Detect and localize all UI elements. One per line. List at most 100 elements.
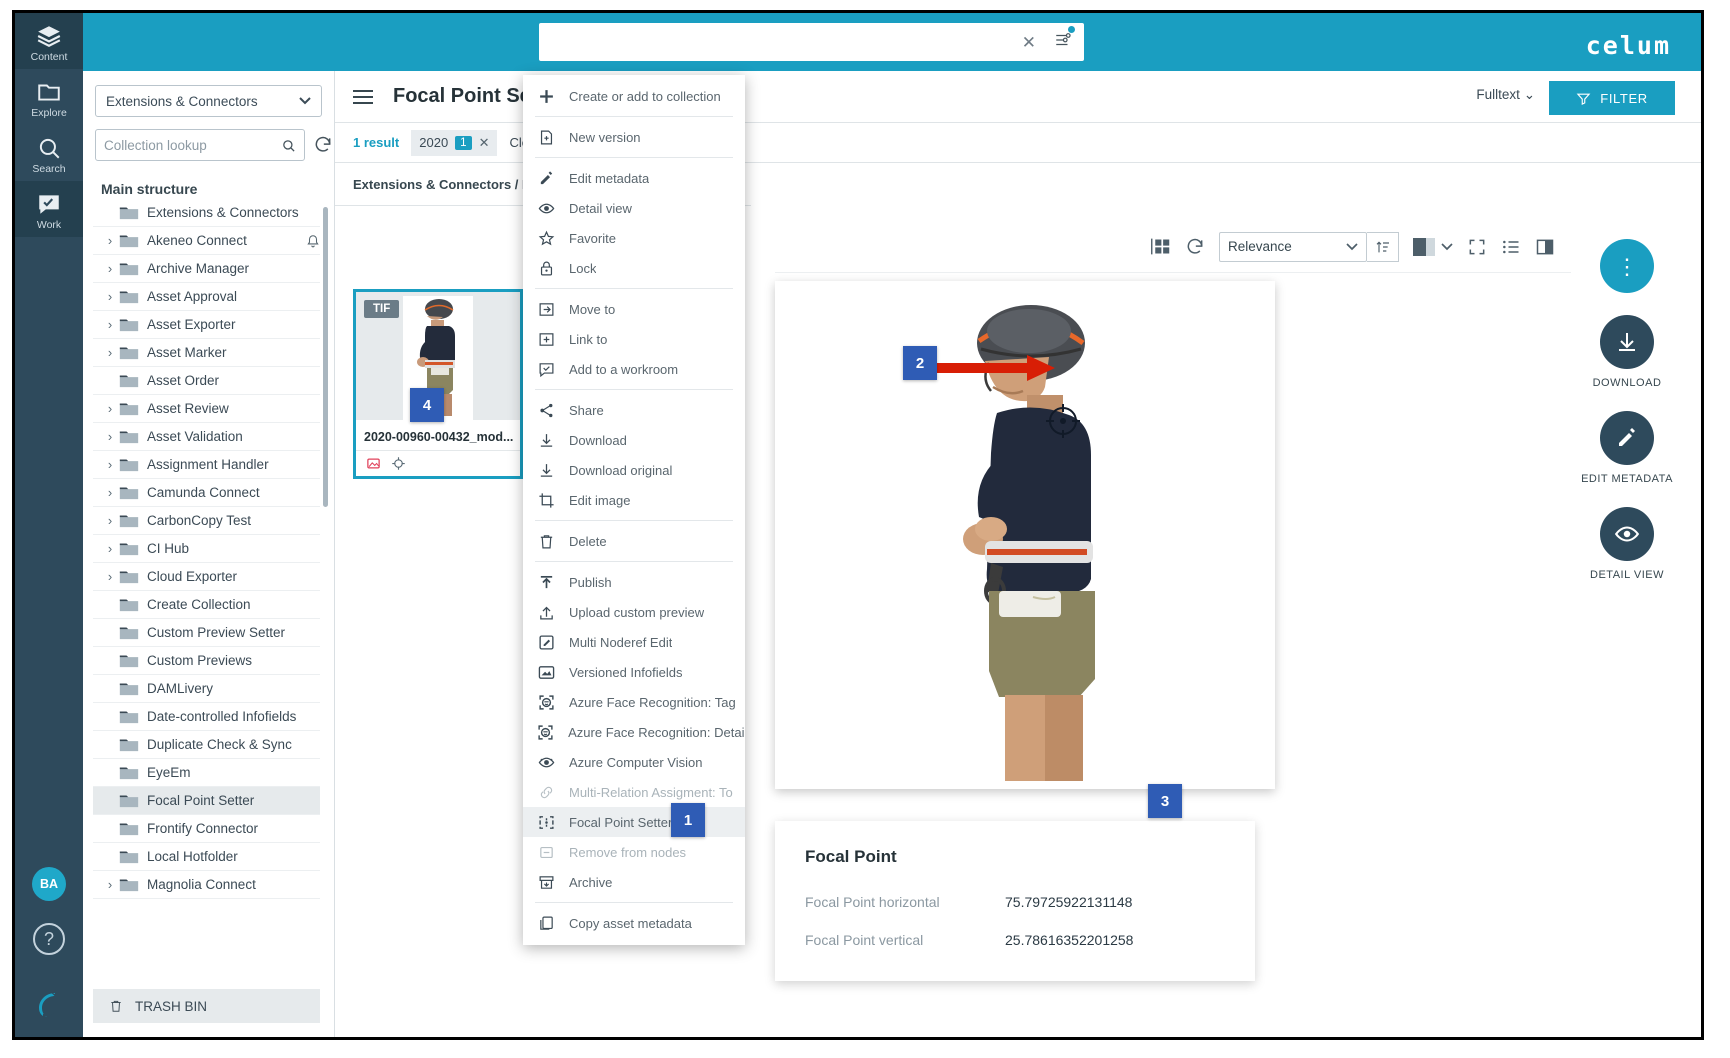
fulltext-dropdown[interactable]: Fulltext ⌄ <box>1476 87 1535 103</box>
refresh-icon[interactable] <box>313 135 333 155</box>
chevron-right-icon[interactable]: › <box>101 541 119 556</box>
tree-item-magnolia-connect[interactable]: › Magnolia Connect <box>93 871 320 899</box>
chevron-right-icon[interactable]: › <box>101 317 119 332</box>
action-download[interactable]: DOWNLOAD <box>1593 315 1662 389</box>
menu-item-versioned-infofields[interactable]: Versioned Infofields <box>523 657 745 687</box>
tree-item-custom-previews[interactable]: ›Custom Previews <box>93 647 320 675</box>
chevron-right-icon[interactable]: › <box>101 877 119 892</box>
chevron-right-icon[interactable]: › <box>101 569 119 584</box>
menu-item-new-version[interactable]: New version <box>523 122 745 152</box>
chevron-right-icon[interactable]: › <box>101 289 119 304</box>
menu-item-lock[interactable]: Lock <box>523 253 745 283</box>
filter-chip[interactable]: 2020 1 ✕ <box>411 129 498 156</box>
tree-item-create-collection[interactable]: ›Create Collection <box>93 591 320 619</box>
menu-item-multi-relation-assigment-to[interactable]: Multi-Relation Assigment: To <box>523 777 745 807</box>
tree-item-duplicate-check-sync[interactable]: ›Duplicate Check & Sync <box>93 731 320 759</box>
chevron-right-icon[interactable]: › <box>101 485 119 500</box>
chevron-right-icon[interactable]: › <box>101 457 119 472</box>
search-settings-icon[interactable] <box>1046 24 1076 54</box>
menu-item-copy-asset-metadata[interactable]: Copy asset metadata <box>523 908 745 938</box>
tree-item-akeneo-connect[interactable]: › Akeneo Connect <box>93 227 320 255</box>
global-search[interactable]: ✕ <box>539 23 1084 61</box>
split-view-icon[interactable] <box>1535 237 1555 257</box>
help-icon[interactable]: ? <box>33 923 65 955</box>
sort-direction-toggle[interactable] <box>1367 231 1399 262</box>
menu-icon[interactable] <box>353 89 373 104</box>
action-detail-view[interactable]: DETAIL VIEW <box>1590 507 1664 581</box>
tree-item-asset-exporter[interactable]: › Asset Exporter <box>93 311 320 339</box>
collection-lookup[interactable] <box>95 129 305 161</box>
rail-item-work[interactable]: Work <box>15 181 83 237</box>
tree-item-asset-order[interactable]: ›Asset Order <box>93 367 320 395</box>
asset-card[interactable]: TIF 2020-00960-00432_mod... <box>353 289 523 479</box>
tree-item-asset-review[interactable]: › Asset Review <box>93 395 320 423</box>
menu-item-focal-point-setter[interactable]: Focal Point Setter <box>523 807 745 837</box>
collection-lookup-input[interactable] <box>104 137 281 153</box>
list-view-icon[interactable] <box>1501 237 1521 257</box>
tree-item-date-controlled-infofields[interactable]: ›Date-controlled Infofields <box>93 703 320 731</box>
grid-view-icon[interactable] <box>1150 236 1171 257</box>
chevron-right-icon[interactable]: › <box>101 345 119 360</box>
asset-context-menu[interactable]: Create or add to collection New version Ed… <box>523 75 745 945</box>
menu-item-share[interactable]: Share <box>523 395 745 425</box>
menu-item-azure-computer-vision[interactable]: Azure Computer Vision <box>523 747 745 777</box>
tree-item-cloud-exporter[interactable]: › Cloud Exporter <box>93 563 320 591</box>
menu-item-azure-face-recognition-tag[interactable]: Azure Face Recognition: Tag <box>523 687 745 717</box>
tree-item-frontify-connector[interactable]: ›Frontify Connector <box>93 815 320 843</box>
rail-item-search[interactable]: Search <box>15 125 83 181</box>
thumbnail-size-selector[interactable] <box>1413 237 1453 256</box>
menu-item-create-or-add-to-collection[interactable]: Create or add to collection <box>523 81 745 111</box>
tree-item-assignment-handler[interactable]: › Assignment Handler <box>93 451 320 479</box>
close-icon[interactable]: ✕ <box>1012 34 1046 51</box>
tree-item-eyeem[interactable]: ›EyeEm <box>93 759 320 787</box>
menu-item-edit-metadata[interactable]: Edit metadata <box>523 163 745 193</box>
menu-item-download[interactable]: Download <box>523 425 745 455</box>
focal-point-marker-icon[interactable] <box>391 456 406 471</box>
menu-item-link-to[interactable]: Link to <box>523 324 745 354</box>
chevron-right-icon[interactable]: › <box>101 233 119 248</box>
tree-root[interactable]: ›Extensions & Connectors <box>93 199 320 227</box>
tree-item-focal-point-setter[interactable]: ›Focal Point Setter <box>93 787 320 815</box>
search-input[interactable] <box>547 25 1012 59</box>
chevron-right-icon[interactable]: › <box>101 429 119 444</box>
rail-item-explore[interactable]: Explore <box>15 69 83 125</box>
fullscreen-icon[interactable] <box>1467 237 1487 257</box>
menu-item-archive[interactable]: Archive <box>523 867 745 897</box>
tree-item-local-hotfolder[interactable]: ›Local Hotfolder <box>93 843 320 871</box>
menu-item-remove-from-nodes[interactable]: Remove from nodes <box>523 837 745 867</box>
close-icon[interactable]: ✕ <box>479 135 490 151</box>
rail-item-content[interactable]: Content <box>15 13 83 69</box>
tree-item-asset-marker[interactable]: › Asset Marker <box>93 339 320 367</box>
menu-item-detail-view[interactable]: Detail view <box>523 193 745 223</box>
sort-select[interactable]: Relevance <box>1219 231 1367 262</box>
menu-item-add-to-a-workroom[interactable]: Add to a workroom <box>523 354 745 384</box>
menu-item-download-original[interactable]: Download original <box>523 455 745 485</box>
menu-item-move-to[interactable]: Move to <box>523 294 745 324</box>
menu-item-edit-image[interactable]: Edit image <box>523 485 745 515</box>
chevron-right-icon[interactable]: › <box>101 513 119 528</box>
menu-item-publish[interactable]: Publish <box>523 567 745 597</box>
tree-item-ci-hub[interactable]: › CI Hub <box>93 535 320 563</box>
tree-item-damlivery[interactable]: ›DAMLivery <box>93 675 320 703</box>
menu-item-multi-noderef-edit[interactable]: Multi Noderef Edit <box>523 627 745 657</box>
refresh-icon[interactable] <box>1185 237 1205 257</box>
unpublished-icon[interactable] <box>366 456 381 471</box>
more-actions-button[interactable]: ⋮ <box>1600 239 1654 293</box>
menu-item-delete[interactable]: Delete <box>523 526 745 556</box>
trash-bin[interactable]: TRASH BIN <box>93 989 320 1023</box>
tree-item-custom-preview-setter[interactable]: ›Custom Preview Setter <box>93 619 320 647</box>
filter-button[interactable]: FILTER <box>1549 81 1675 115</box>
bell-icon[interactable] <box>306 234 320 248</box>
chevron-right-icon[interactable]: › <box>101 401 119 416</box>
tree-scrollbar[interactable] <box>323 207 328 507</box>
action-edit-metadata[interactable]: EDIT METADATA <box>1581 411 1673 485</box>
chevron-right-icon[interactable]: › <box>101 261 119 276</box>
tree-item-camunda-connect[interactable]: › Camunda Connect <box>93 479 320 507</box>
menu-item-favorite[interactable]: Favorite <box>523 223 745 253</box>
collection-select[interactable]: Extensions & Connectors <box>95 85 322 117</box>
tree-item-archive-manager[interactable]: › Archive Manager <box>93 255 320 283</box>
avatar[interactable]: BA <box>32 867 66 901</box>
tree-item-asset-validation[interactable]: › Asset Validation <box>93 423 320 451</box>
tree-item-asset-approval[interactable]: › Asset Approval <box>93 283 320 311</box>
menu-item-azure-face-recognition-details[interactable]: Azure Face Recognition: Details <box>523 717 745 747</box>
